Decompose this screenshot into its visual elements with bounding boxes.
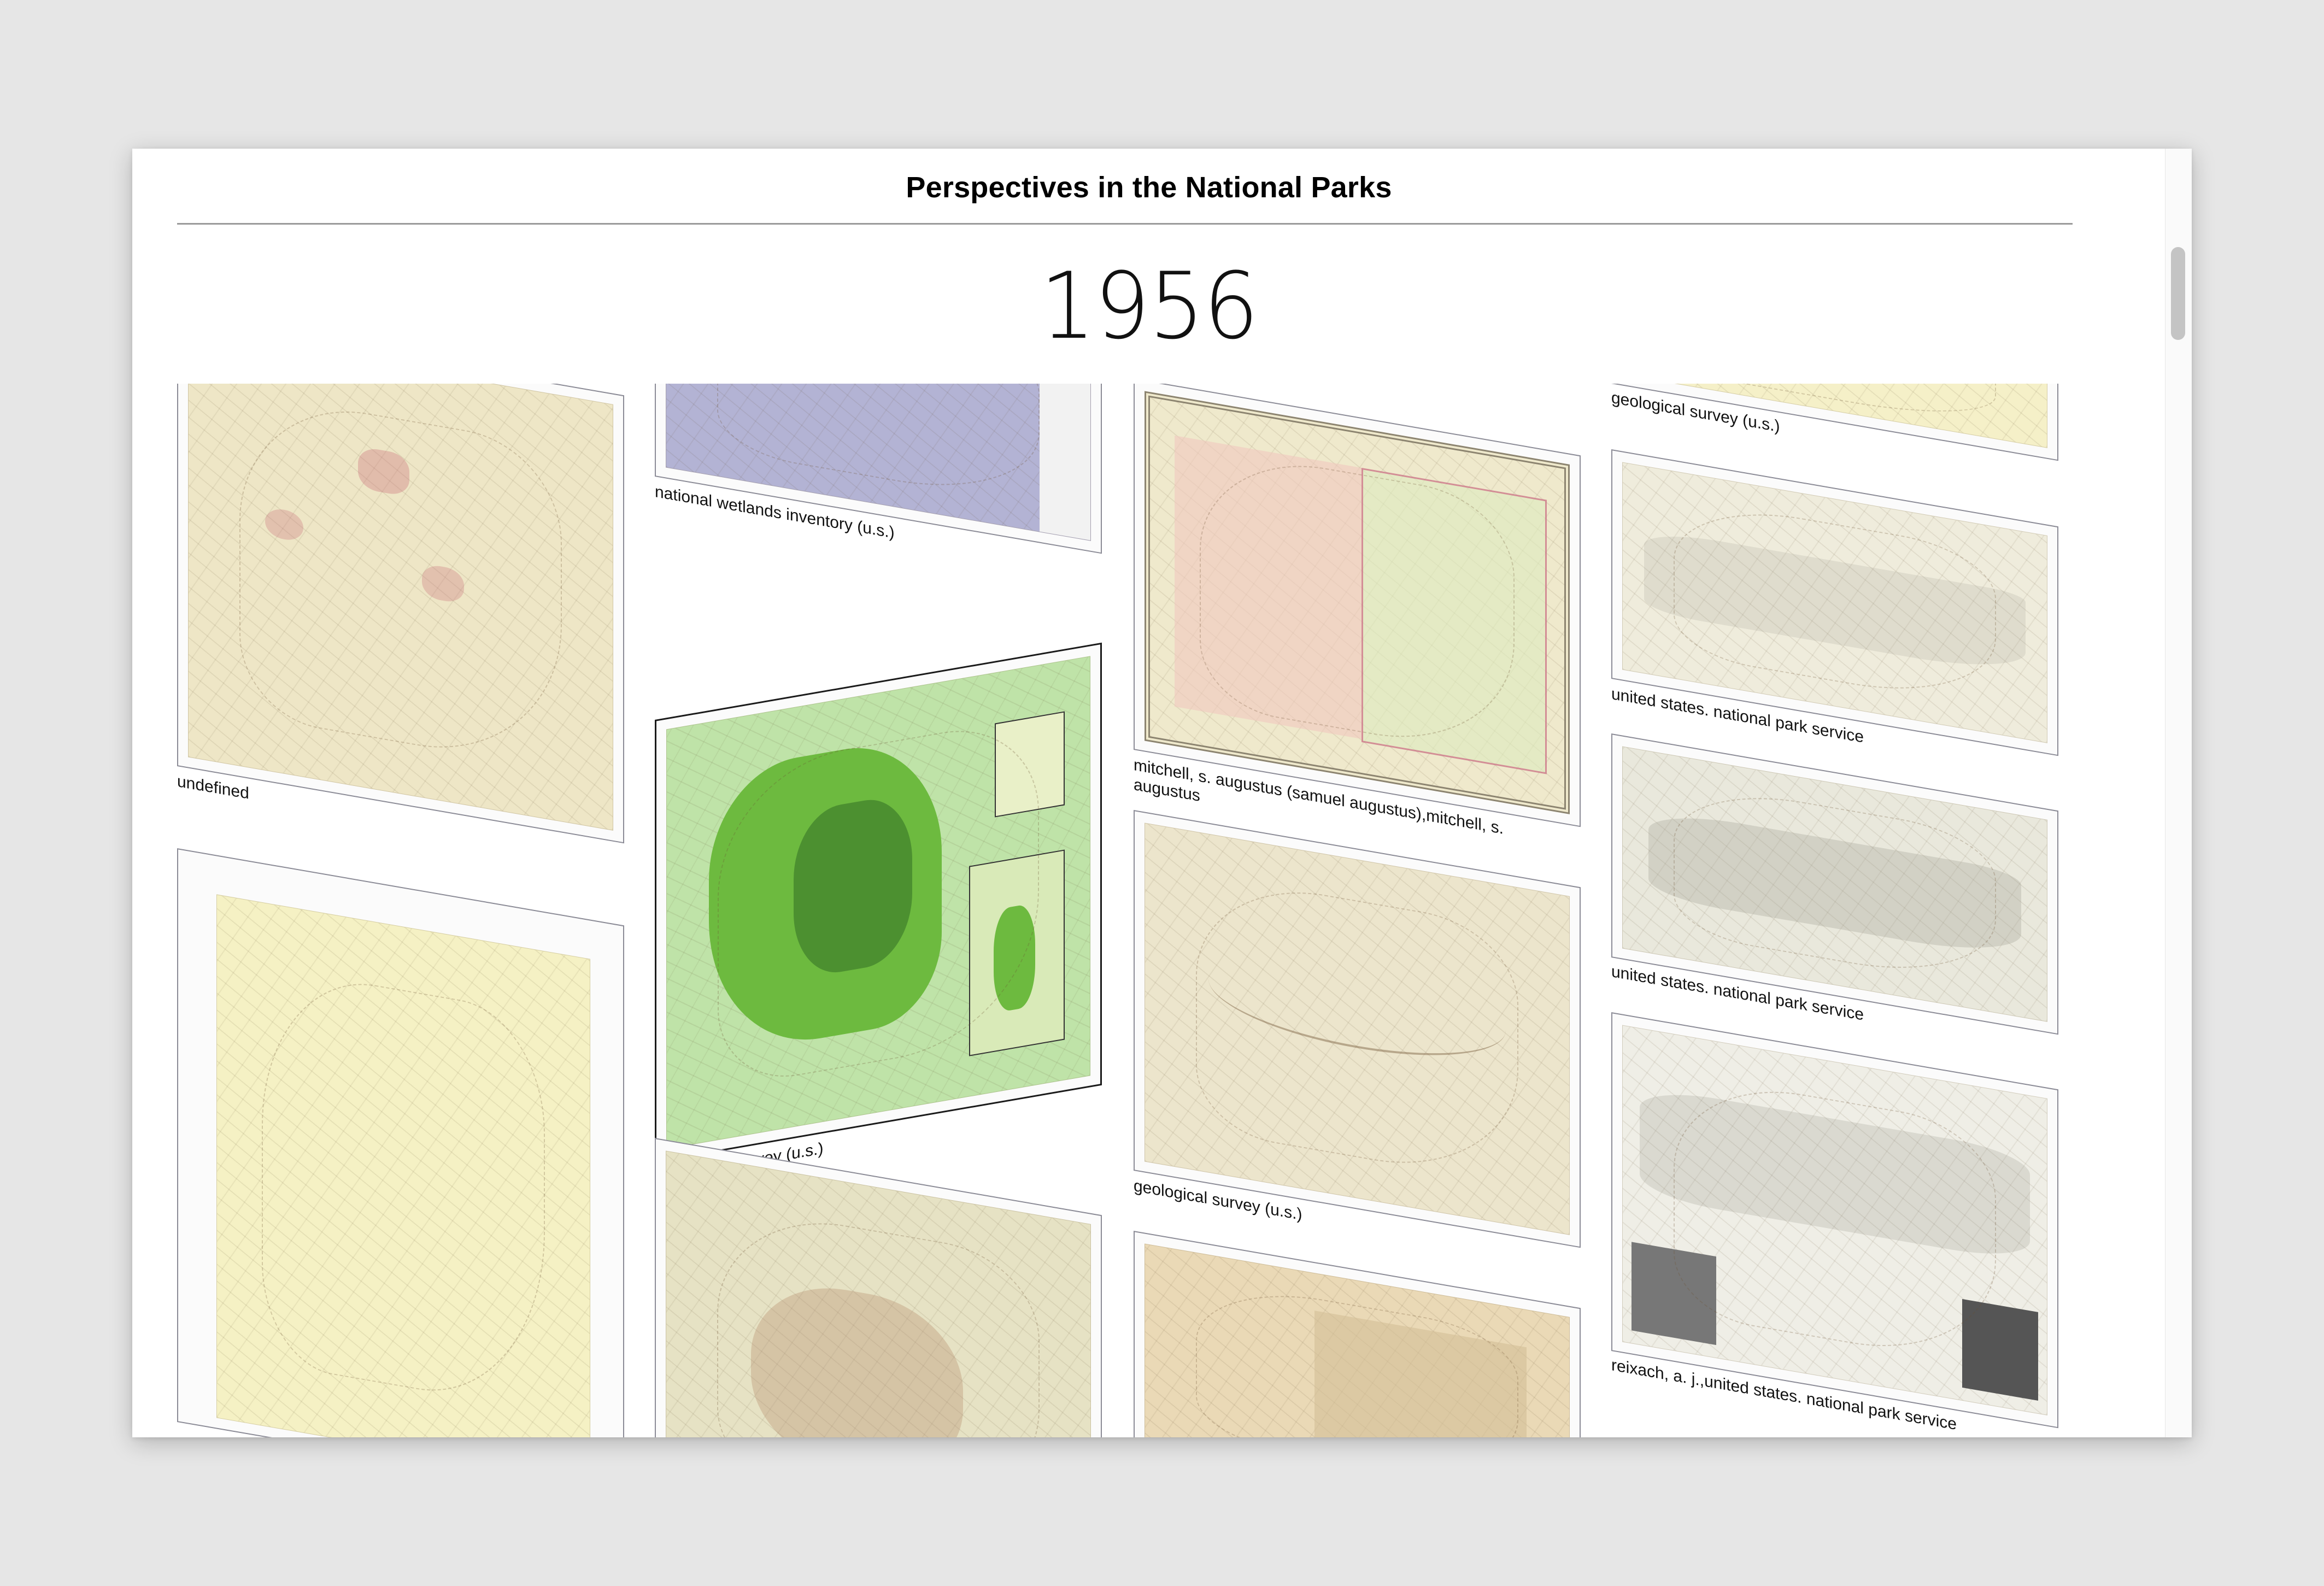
map-image [666, 656, 1090, 1149]
map-image [666, 384, 1091, 541]
inset-map [969, 849, 1065, 1057]
map-card-selected[interactable]: geological survey (u.s.) [655, 563, 1102, 1186]
map-legend [1039, 384, 1090, 541]
map-thumbnail[interactable] [1611, 384, 2058, 461]
map-thumbnail[interactable] [177, 848, 624, 1437]
canyon-river [1208, 936, 1506, 1074]
scrollbar-thumb[interactable] [2171, 247, 2185, 340]
map-highlight [358, 445, 409, 497]
relief-area [751, 1273, 964, 1437]
page-title: Perspectives in the National Parks [906, 171, 1392, 204]
map-card[interactable] [655, 1138, 1102, 1437]
territory-arizona-area [1175, 436, 1361, 739]
map-highlight [421, 563, 465, 605]
park-shape [1648, 807, 2022, 961]
photo-inset [1631, 1242, 1716, 1346]
territory-area [1314, 1311, 1527, 1437]
territory-new-mexico-area [1361, 467, 1547, 774]
map-thumbnail[interactable] [1134, 810, 1581, 1248]
map-thumbnail[interactable] [1134, 384, 1581, 827]
map-card[interactable]: reixach, a. j.,united states. national p… [1611, 1012, 2058, 1434]
island-shape [709, 732, 942, 1058]
year-heading: 1956 [1040, 252, 1259, 360]
map-thumbnail[interactable] [177, 384, 624, 844]
map-highlight [265, 506, 303, 543]
park-shape [1644, 528, 2026, 677]
map-image [1145, 823, 1570, 1235]
map-image [216, 894, 590, 1437]
map-image [1145, 1243, 1570, 1437]
browser-window: Perspectives in the National Parks 1956 … [132, 149, 2192, 1437]
map-image [1145, 391, 1570, 814]
map-gallery: undefined national wetlands inventory (u… [177, 384, 2090, 1437]
photo-inset [1962, 1299, 2039, 1401]
map-thumbnail[interactable] [1134, 1231, 1581, 1437]
vertical-scrollbar[interactable] [2165, 149, 2192, 1437]
map-thumbnail[interactable] [1611, 1012, 2058, 1429]
inset-map [994, 711, 1065, 818]
map-card[interactable]: undefined [177, 384, 624, 844]
park-shape [1640, 1085, 2030, 1264]
map-image [666, 1150, 1091, 1437]
map-card[interactable] [177, 848, 624, 1437]
map-thumbnail[interactable] [655, 642, 1102, 1162]
map-card[interactable]: united states. national park service [1611, 733, 2058, 1035]
island-shape [794, 792, 912, 980]
map-image [188, 384, 613, 831]
map-image [1622, 1025, 2047, 1415]
map-card[interactable]: mitchell, s. augustus (samuel augustus),… [1134, 384, 1581, 838]
page-header: Perspectives in the National Parks [132, 149, 2165, 225]
header-divider [177, 223, 2073, 225]
map-thumbnail[interactable] [655, 1138, 1102, 1437]
